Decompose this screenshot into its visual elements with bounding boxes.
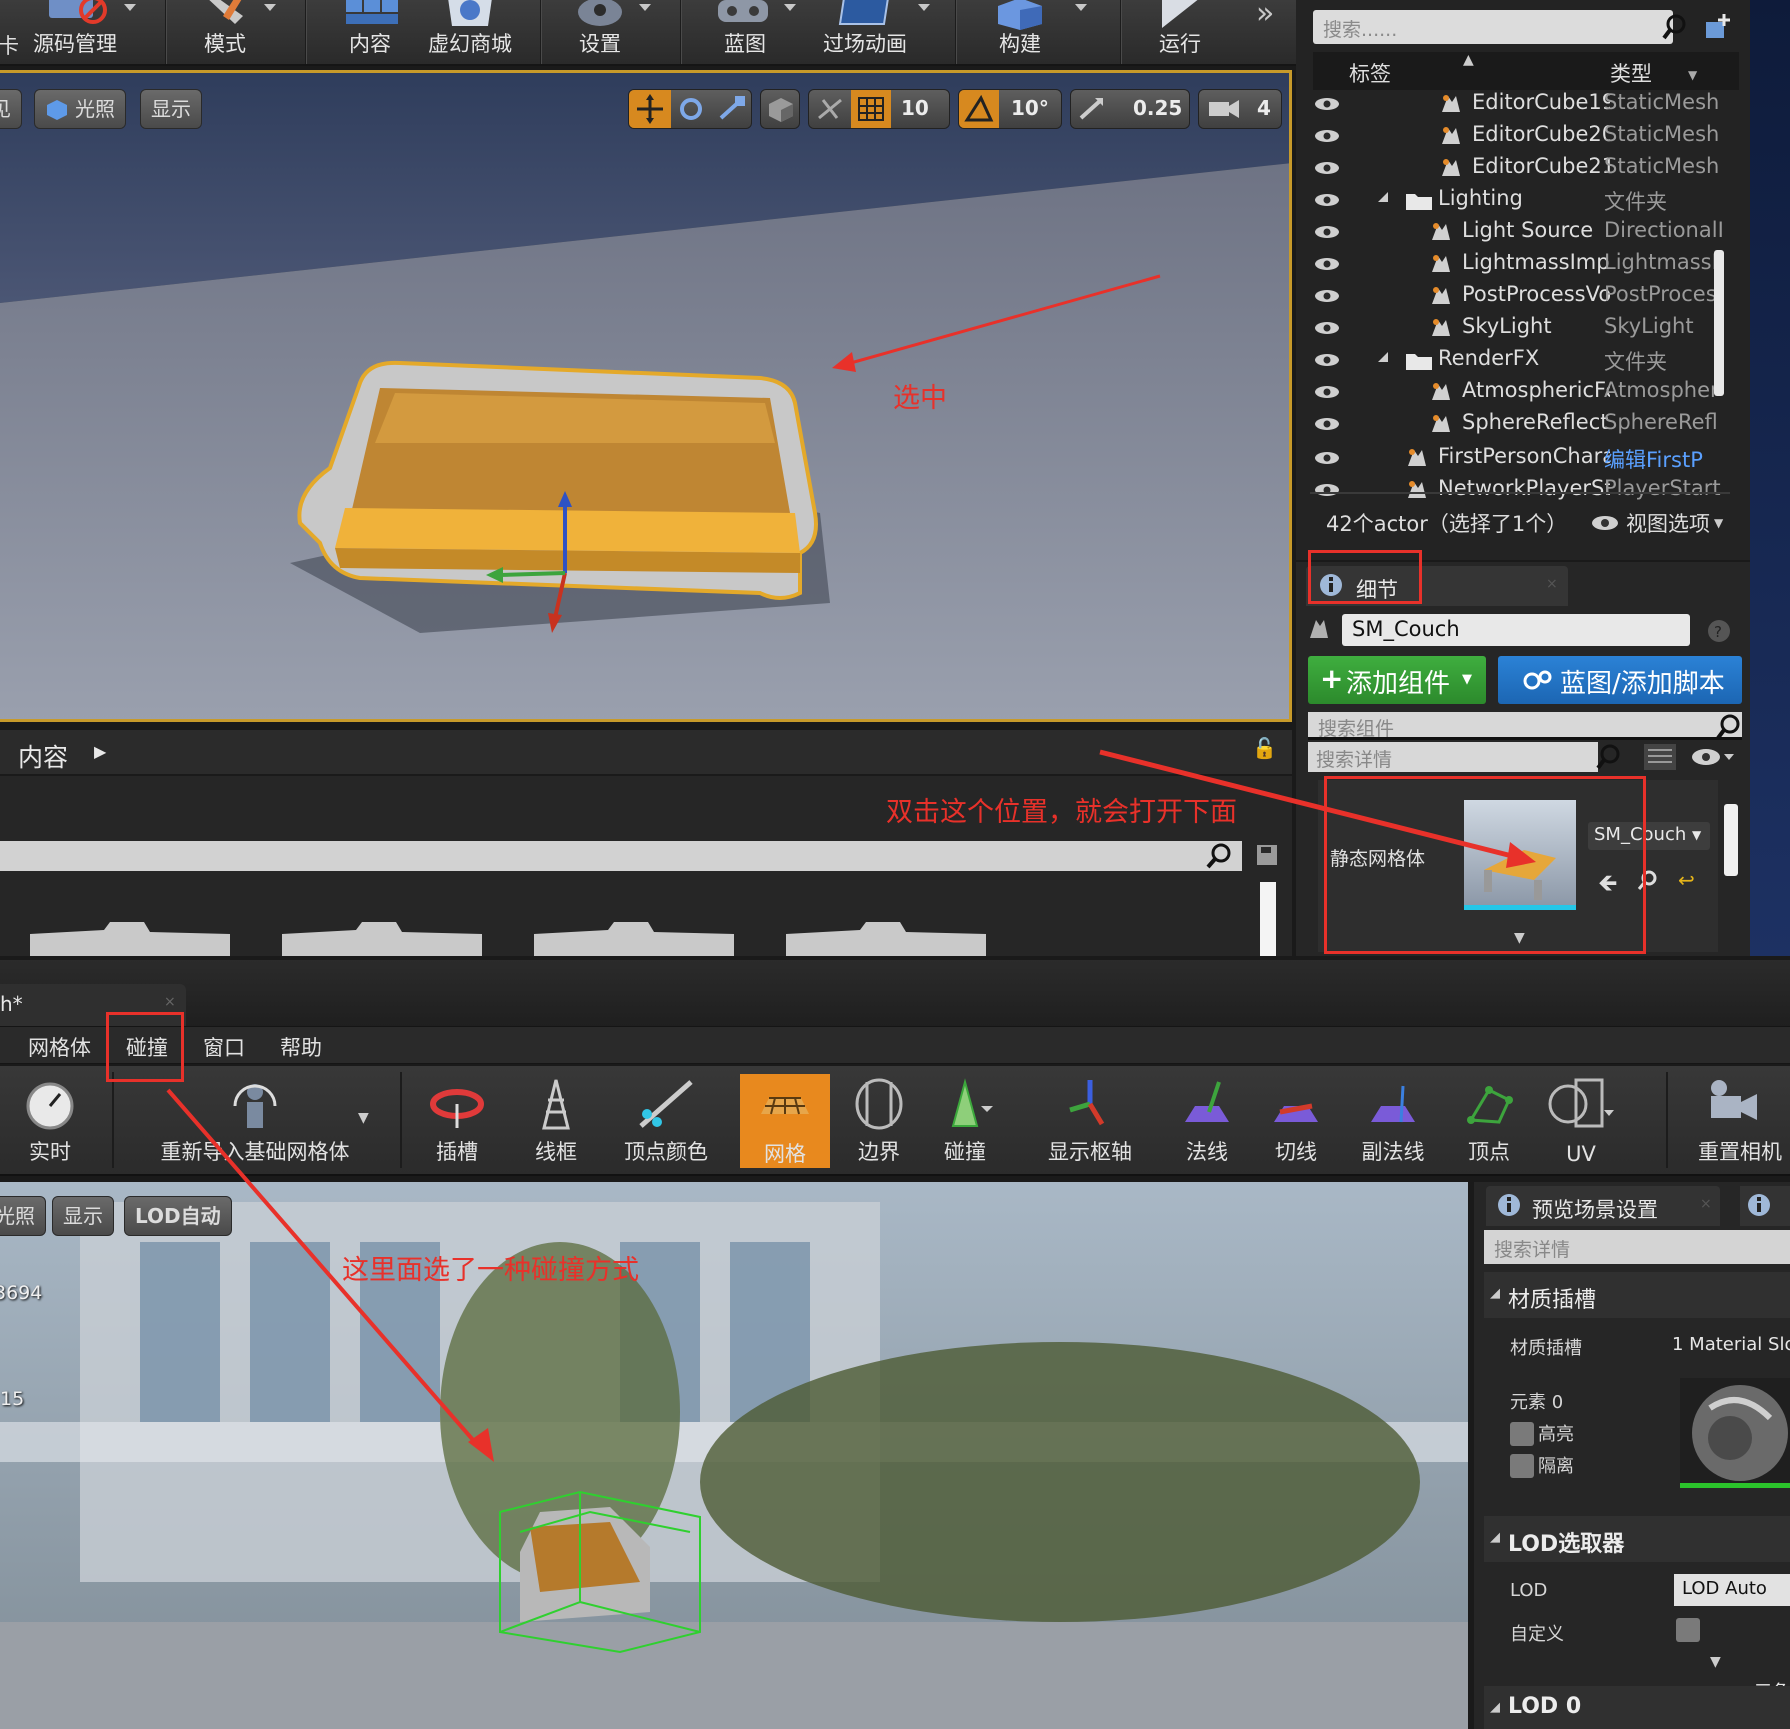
highlight-collision-menu [106,1012,184,1082]
highlight-static-mesh [1324,776,1646,954]
annotation-selected: 选中 [893,383,947,414]
annotation-double-click: 双击这个位置，就会打开下面 [886,797,1237,828]
highlight-details-tab [1308,550,1422,604]
annotation-collision-note: 这里面选了一种碰撞方式 [342,1255,639,1286]
